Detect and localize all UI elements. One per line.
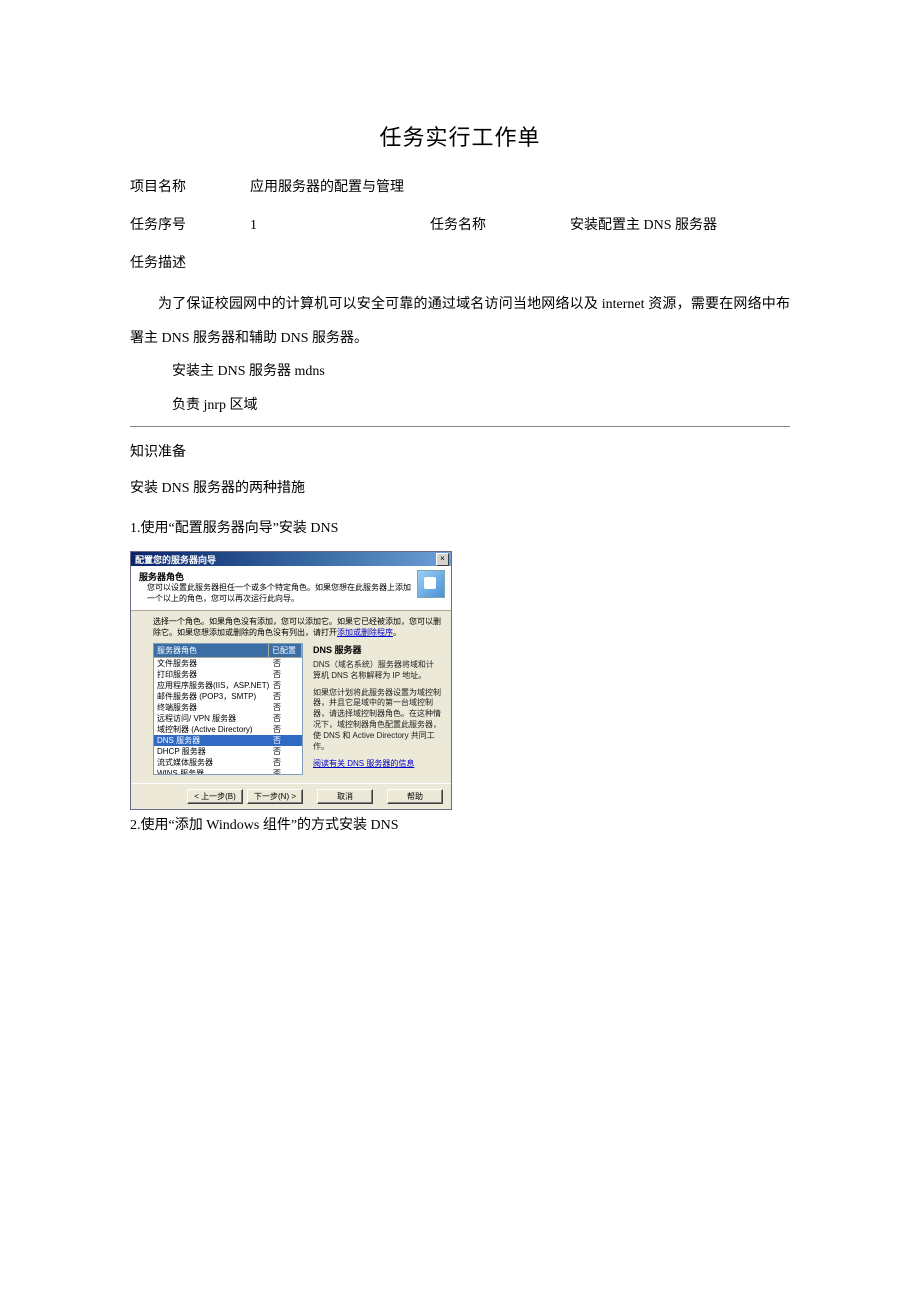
- methods-intro: 安装 DNS 服务器的两种措施: [130, 477, 790, 497]
- list-item[interactable]: 流式媒体服务器否: [154, 757, 302, 768]
- wizard-titlebar: 配置您的服务器向导 ×: [131, 552, 451, 566]
- divider: [130, 426, 790, 427]
- task-row: 任务序号 1 任务名称 安装配置主 DNS 服务器: [130, 214, 790, 234]
- project-label: 项目名称: [130, 176, 250, 196]
- list-item[interactable]: 邮件服务器 (POP3，SMTP)否: [154, 691, 302, 702]
- project-value: 应用服务器的配置与管理: [250, 176, 404, 196]
- seq-value: 1: [250, 218, 430, 234]
- list-item[interactable]: DHCP 服务器否: [154, 746, 302, 757]
- task-desc-label: 任务描述: [130, 252, 790, 272]
- list-item[interactable]: WINS 服务器否: [154, 768, 302, 775]
- list-item[interactable]: 文件服务器否: [154, 658, 302, 669]
- wizard-body: 选择一个角色。如果角色没有添加，您可以添加它。如果它已经被添加，您可以删除它。如…: [131, 611, 451, 783]
- list-item[interactable]: 终端服务器否: [154, 702, 302, 713]
- list-item[interactable]: 应用程序服务器(IIS，ASP.NET)否: [154, 680, 302, 691]
- task-name-label: 任务名称: [430, 214, 570, 234]
- wizard-title-text: 配置您的服务器向导: [135, 553, 216, 566]
- wizard-header: 服务器角色 您可以设置此服务器担任一个或多个特定角色。如果您想在此服务器上添加一…: [131, 566, 451, 611]
- prep-label: 知识准备: [130, 441, 790, 461]
- col-configured: 已配置: [269, 644, 302, 658]
- role-description-panel: DNS 服务器 DNS（域名系统）服务器将域和计算机 DNS 名称解释为 IP …: [313, 643, 441, 775]
- help-button[interactable]: 帮助: [387, 789, 443, 804]
- wizard-header-title: 服务器角色: [139, 570, 411, 583]
- back-button[interactable]: < 上一步(B): [187, 789, 243, 804]
- list-item[interactable]: 打印服务器否: [154, 669, 302, 680]
- server-wizard-dialog: 配置您的服务器向导 × 服务器角色 您可以设置此服务器担任一个或多个特定角色。如…: [130, 551, 452, 810]
- page-title: 任务实行工作单: [130, 120, 790, 152]
- role-list-header: 服务器角色 已配置: [154, 644, 302, 658]
- step-1: 1.使用“配置服务器向导”安装 DNS: [130, 517, 790, 537]
- desc-paragraph-1: 为了保证校园网中的计算机可以安全可靠的通过域名访问当地网络以及 internet…: [130, 288, 790, 355]
- instr-post: 。: [393, 628, 401, 637]
- role-listbox[interactable]: 服务器角色 已配置 文件服务器否 打印服务器否 应用程序服务器(IIS，ASP.…: [153, 643, 303, 775]
- list-item-selected[interactable]: DNS 服务器否: [154, 735, 302, 746]
- role-desc-p1: DNS（域名系统）服务器将域和计算机 DNS 名称解释为 IP 地址。: [313, 660, 441, 682]
- wizard-header-subtitle: 您可以设置此服务器担任一个或多个特定角色。如果您想在此服务器上添加一个以上的角色…: [139, 583, 411, 604]
- list-item[interactable]: 域控制器 (Active Directory)否: [154, 724, 302, 735]
- wizard-instruction: 选择一个角色。如果角色没有添加，您可以添加它。如果它已经被添加，您可以删除它。如…: [153, 617, 441, 638]
- dns-info-link[interactable]: 阅读有关 DNS 服务器的信息: [313, 758, 441, 769]
- role-desc-title: DNS 服务器: [313, 643, 441, 656]
- close-icon[interactable]: ×: [436, 553, 449, 566]
- desc-paragraph-2: 安装主 DNS 服务器 mdns: [130, 355, 790, 389]
- server-icon: [417, 570, 445, 598]
- add-remove-programs-link[interactable]: 添加或删除程序: [337, 628, 393, 637]
- task-name-value: 安装配置主 DNS 服务器: [570, 214, 790, 234]
- role-desc-p2: 如果您计划将此服务器设置为域控制器，并且它是域中的第一台域控制器，请选择域控制器…: [313, 688, 441, 753]
- list-item[interactable]: 远程访问/ VPN 服务器否: [154, 713, 302, 724]
- desc-paragraph-3: 负责 jnrp 区域: [130, 389, 790, 423]
- cancel-button[interactable]: 取消: [317, 789, 373, 804]
- seq-label: 任务序号: [130, 214, 250, 234]
- document-page: 任务实行工作单 项目名称 应用服务器的配置与管理 任务序号 1 任务名称 安装配…: [0, 0, 920, 894]
- project-row: 项目名称 应用服务器的配置与管理: [130, 176, 790, 196]
- step-2: 2.使用“添加 Windows 组件”的方式安装 DNS: [130, 814, 790, 834]
- next-button[interactable]: 下一步(N) >: [247, 789, 303, 804]
- col-role: 服务器角色: [154, 644, 269, 658]
- wizard-footer: < 上一步(B) 下一步(N) > 取消 帮助: [131, 783, 451, 809]
